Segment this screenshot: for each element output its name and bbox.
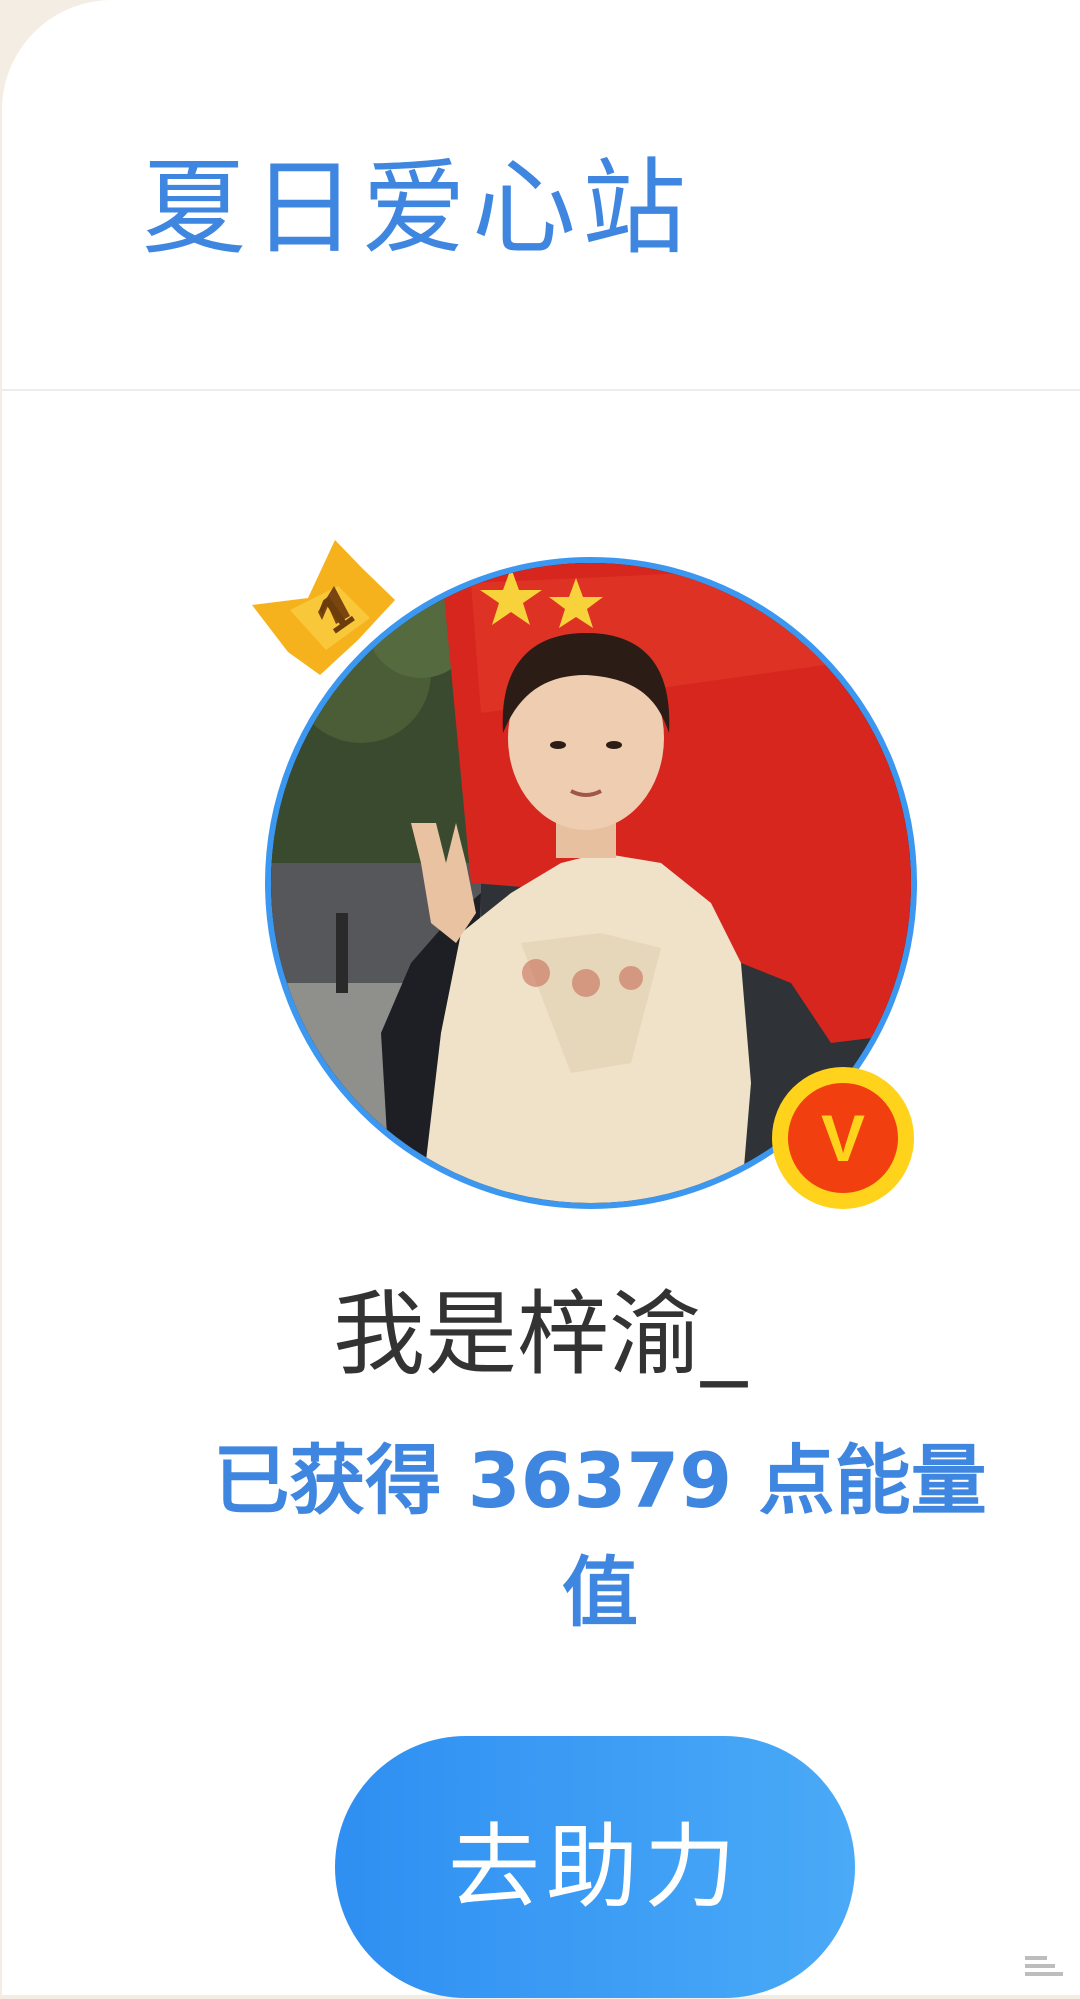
header-divider — [2, 389, 1080, 391]
help-button[interactable]: 去助力 — [335, 1736, 855, 1998]
watermark-icon — [1025, 1956, 1063, 1976]
verified-badge-icon: V — [772, 1067, 914, 1209]
energy-value-text: 已获得 36379 点能量值 — [213, 1436, 987, 1637]
username: 我是梓渝_ — [332, 1281, 747, 1388]
rank-crown-icon: 1 — [252, 540, 395, 675]
verified-mark: V — [821, 1101, 865, 1175]
page-title: 夏日爱心站 — [142, 147, 693, 269]
